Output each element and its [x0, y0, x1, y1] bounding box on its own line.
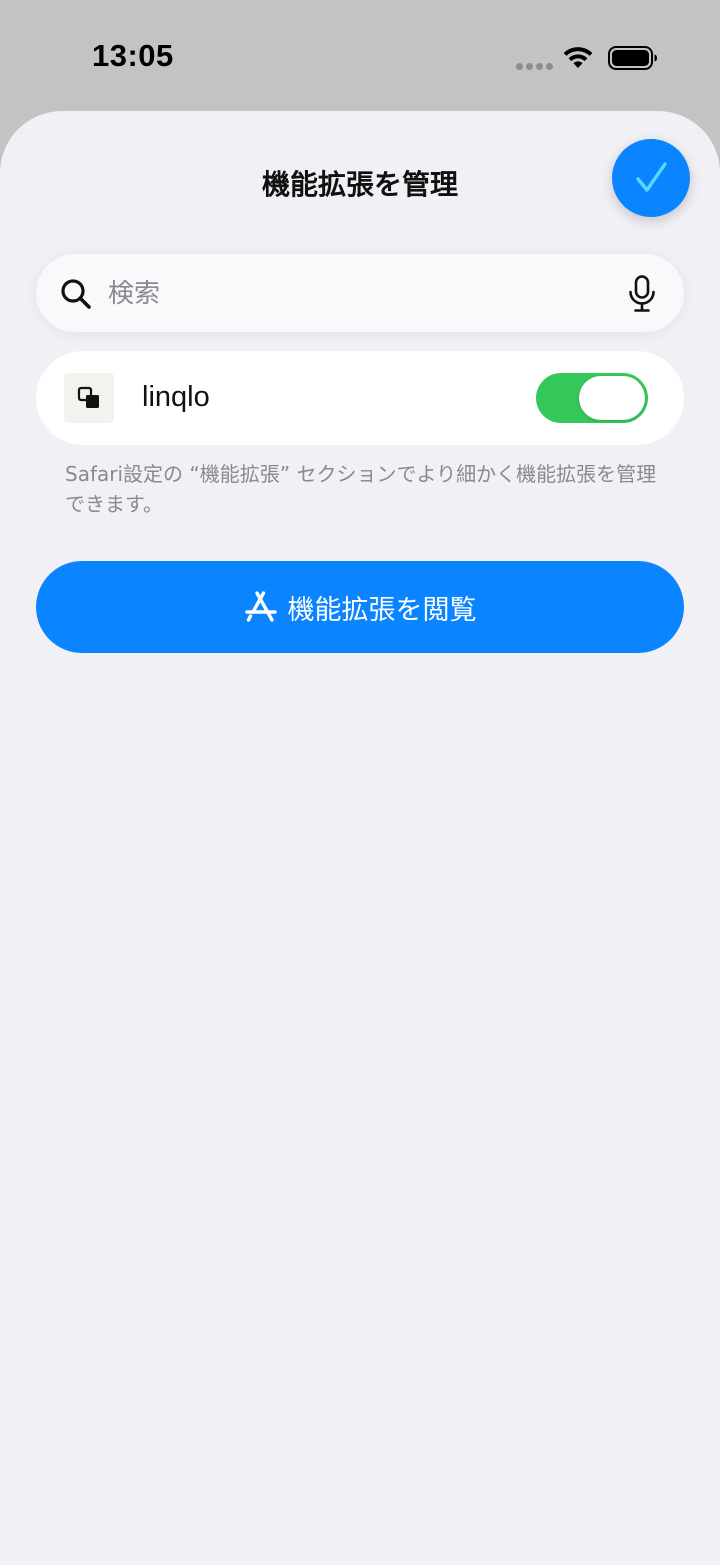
- app-store-icon: [244, 591, 277, 622]
- linqlo-app-icon: [64, 373, 114, 423]
- cellular-signal-icon: [516, 63, 553, 70]
- screen: 13:05 機能拡張を管理 検索 linqlo Safari設定の “機能拡張”…: [0, 0, 720, 1565]
- browse-extensions-button[interactable]: 機能拡張を閲覧: [36, 561, 684, 653]
- wifi-icon: [563, 47, 593, 68]
- battery-icon: [608, 46, 657, 70]
- status-time: 13:05: [92, 38, 174, 73]
- search-icon: [61, 279, 91, 309]
- search-bar[interactable]: [36, 254, 684, 332]
- manage-extensions-sheet: 機能拡張を管理 検索 linqlo Safari設定の “機能拡張” セクション…: [0, 111, 720, 1565]
- footnote-text: Safari設定の “機能拡張” セクションでより細かく機能拡張を管理できます。: [65, 462, 657, 516]
- toggle-knob: [579, 376, 645, 420]
- extension-toggle[interactable]: [536, 373, 648, 423]
- search-input[interactable]: [106, 268, 610, 320]
- browse-extensions-label: 機能拡張を閲覧: [287, 594, 477, 626]
- done-button[interactable]: [612, 139, 690, 217]
- checkmark-icon: [636, 162, 667, 192]
- microphone-icon[interactable]: [626, 275, 658, 313]
- extension-row-linqlo: linqlo: [36, 351, 684, 445]
- extension-name: linqlo: [142, 381, 210, 413]
- status-bar: 13:05: [0, 0, 720, 110]
